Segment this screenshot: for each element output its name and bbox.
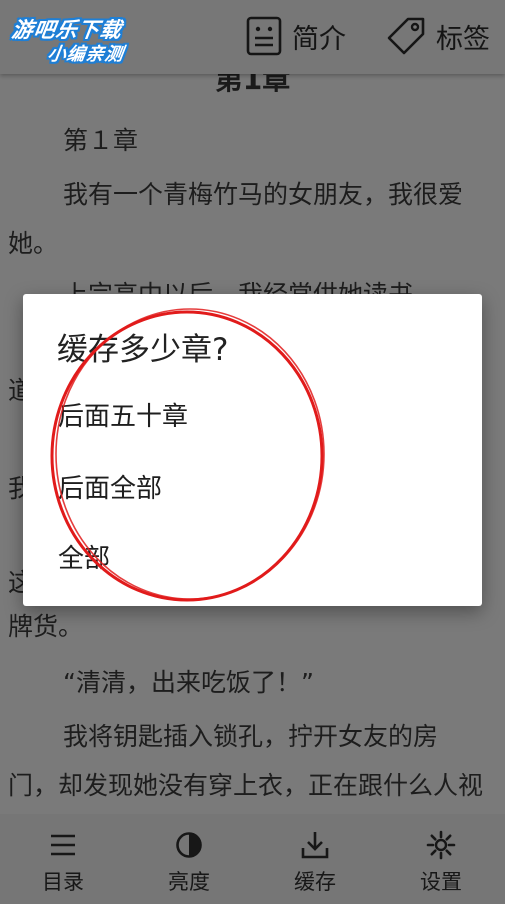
nav-label: 亮度: [168, 870, 210, 894]
paragraph: 牌货。: [8, 612, 84, 641]
watermark-logo: 游吧乐下载 小编亲测: [8, 8, 148, 66]
nav-cache[interactable]: 缓存: [252, 814, 378, 904]
cache-chapters-dialog: 缓存多少章? 后面五十章 后面全部 全部: [23, 294, 482, 606]
nav-table-of-contents[interactable]: 目录: [0, 814, 126, 904]
intro-label: 简介: [292, 23, 346, 55]
chapter-heading: 第1章: [214, 74, 291, 96]
paragraph: 第１章: [63, 126, 139, 155]
brightness-icon: [176, 832, 202, 858]
option-all-following-chapters[interactable]: 后面全部: [58, 468, 162, 505]
nav-settings[interactable]: 设置: [378, 814, 504, 904]
nav-label: 缓存: [294, 870, 336, 894]
settings-gear-icon: [426, 830, 456, 860]
nav-label: 设置: [420, 870, 462, 894]
dialog-title: 缓存多少章?: [57, 332, 229, 368]
tags-button[interactable]: 标签: [386, 14, 490, 58]
intro-button[interactable]: 简介: [246, 14, 346, 58]
option-all-chapters[interactable]: 全部: [58, 538, 110, 575]
tag-icon: [387, 17, 425, 55]
watermark-line-2: 小编亲测: [46, 44, 126, 65]
bottom-navigation: 目录 亮度 缓存 设置: [0, 814, 505, 904]
top-toolbar: 游吧乐下载 小编亲测 简介 标签: [0, 0, 505, 74]
download-icon: [301, 832, 329, 859]
menu-list-icon: [51, 834, 75, 856]
paragraph: 我将钥匙插入锁孔，拧开女友的房门，却发现她没有穿上衣，正在跟什么人视频: [8, 722, 484, 800]
paragraph: 我有一个青梅竹马的女朋友，我很爱她。: [8, 180, 464, 258]
nav-label: 目录: [42, 870, 84, 894]
tags-label: 标签: [436, 23, 490, 55]
option-next-fifty-chapters[interactable]: 后面五十章: [58, 396, 188, 433]
intro-icon: [246, 16, 282, 56]
nav-brightness[interactable]: 亮度: [126, 814, 252, 904]
paragraph: “清清，出来吃饭了！”: [63, 668, 314, 697]
